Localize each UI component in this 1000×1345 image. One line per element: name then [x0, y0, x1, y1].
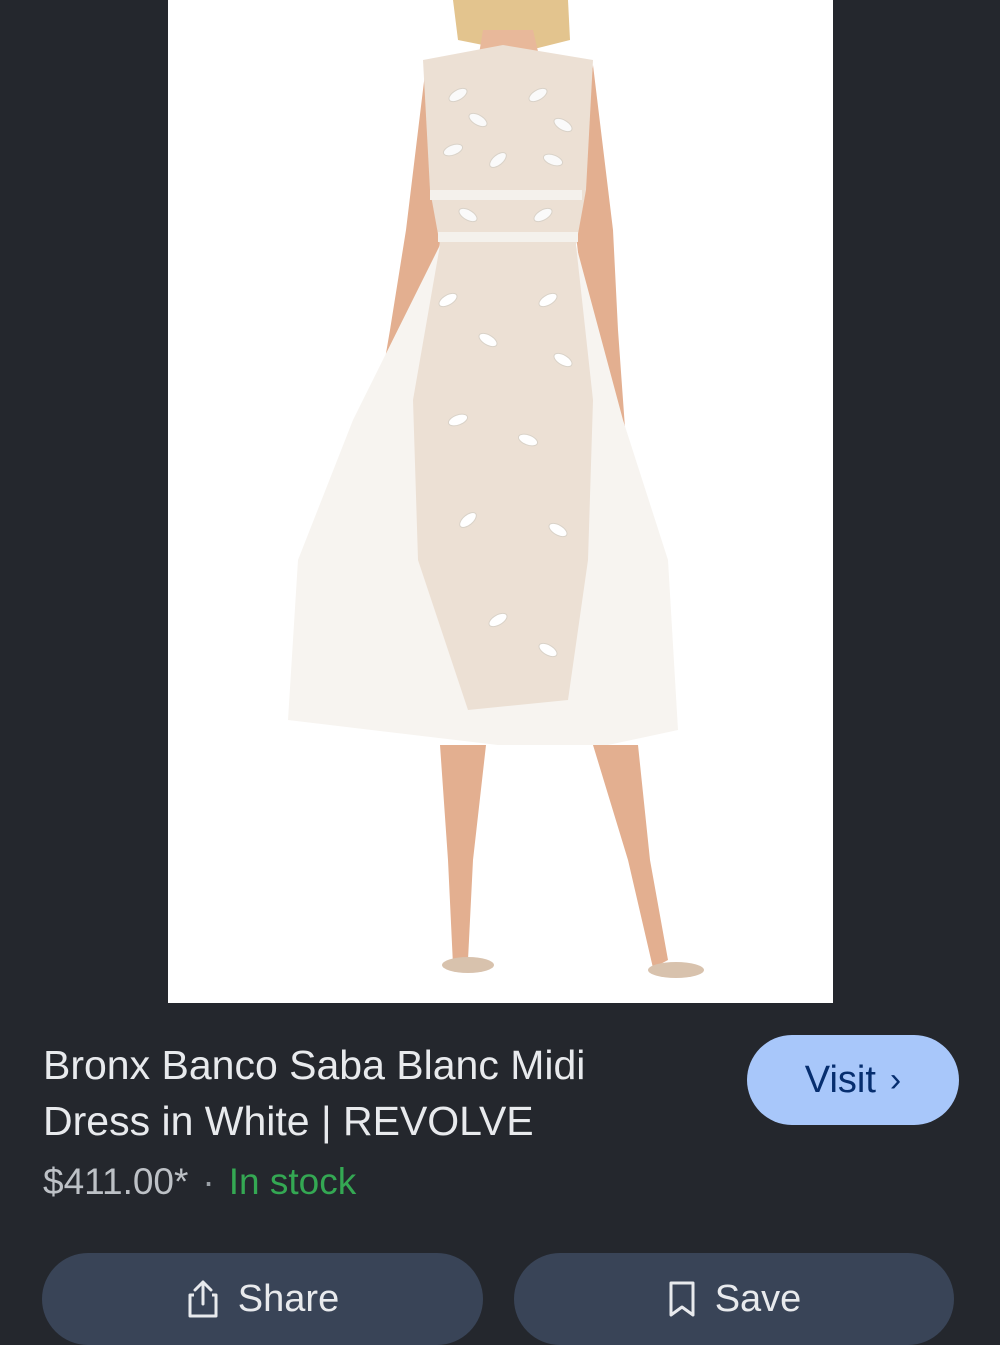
product-info-panel: Bronx Banco Saba Blanc Midi Dress in Whi… — [0, 1003, 1000, 1345]
visit-button[interactable]: Visit › — [747, 1035, 959, 1125]
price-stock-line: $411.00* · In stock — [43, 1161, 356, 1203]
share-button-label: Share — [237, 1277, 340, 1320]
stock-status: In stock — [228, 1161, 357, 1202]
bookmark-icon — [669, 1281, 695, 1317]
separator-dot: · — [202, 1161, 215, 1202]
visit-button-label: Visit — [804, 1058, 876, 1101]
share-button[interactable]: Share — [42, 1253, 483, 1345]
save-button[interactable]: Save — [514, 1253, 954, 1345]
product-image[interactable] — [168, 0, 833, 1003]
dress-photo — [168, 0, 833, 1003]
save-button-label: Save — [714, 1277, 802, 1320]
product-title[interactable]: Bronx Banco Saba Blanc Midi Dress in Whi… — [43, 1037, 693, 1149]
image-preview-area — [0, 0, 1000, 1003]
price: $411.00* — [43, 1161, 189, 1202]
share-icon — [188, 1280, 218, 1318]
chevron-right-icon: › — [889, 1061, 902, 1099]
